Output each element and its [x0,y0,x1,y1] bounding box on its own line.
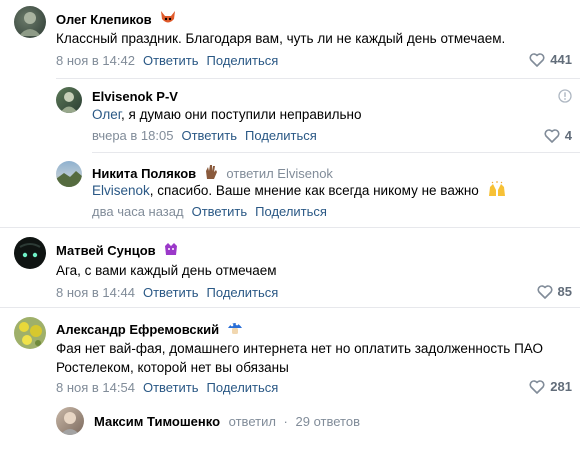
like-button[interactable]: 4 [544,128,572,143]
comment-meta: вчера в 18:05 Ответить Поделиться [92,128,317,143]
comment-text: Ага, с вами каждый день отмечаем [56,263,277,278]
comment-text: Олег, я думаю они поступили неправильно [92,107,362,122]
thread-author[interactable]: Максим Тимошенко [94,414,220,429]
comment-author[interactable]: Олег Клепиков [56,10,177,29]
comment-time[interactable]: 8 ноя в 14:44 [56,285,135,300]
comment-meta: 8 ноя в 14:42 Ответить Поделиться [56,53,278,68]
heart-icon [537,284,553,299]
mushroom-emoji-icon [227,320,243,339]
reply-button[interactable]: Ответить [181,128,237,143]
comment-text: Классный праздник. Благодаря вам, чуть л… [56,31,506,46]
like-button[interactable]: 85 [537,284,572,299]
comment-text-line: Ростелеком, которой нет вы обязаны [56,360,289,375]
mention-link[interactable]: Олег [92,107,121,122]
purple-creature-emoji-icon [163,241,179,260]
comment-author[interactable]: Матвей Сунцов [56,241,179,260]
share-button[interactable]: Поделиться [245,128,317,143]
divider [56,78,580,79]
comment-meta: 8 ноя в 14:44 Ответить Поделиться [56,285,278,300]
fox-emoji-icon [159,10,177,29]
like-count: 281 [550,379,572,394]
heart-icon [529,52,545,67]
comment-meta: 8 ноя в 14:54 Ответить Поделиться [56,380,278,395]
comment-3: Александр Ефремовский Фая нет вай-фая, д… [0,308,580,449]
thread-replied-label: ответил [228,414,276,429]
comment-time[interactable]: два часа назад [92,204,184,219]
avatar[interactable] [56,161,82,187]
dot-separator: · [283,414,288,429]
like-button[interactable]: 281 [529,379,572,394]
comment-1: Олег Клепиков Классный праздник. Благода… [0,0,580,80]
heart-icon [544,128,560,143]
reply-1: Elvisenok P-V Олег, я думаю они поступил… [0,80,580,153]
comment-time[interactable]: 8 ноя в 14:42 [56,53,135,68]
reply-2: Никита Поляков ответил Elvisenok Elvisen… [0,153,580,228]
avatar[interactable] [56,87,82,113]
praise-hands-emoji-icon [487,181,507,202]
reply-button[interactable]: Ответить [143,380,199,395]
like-count: 441 [550,52,572,67]
comment-text-line: Фая нет вай-фая, домашнего интернета нет… [56,341,543,356]
share-button[interactable]: Поделиться [207,53,279,68]
reply-button[interactable]: Ответить [192,204,248,219]
share-button[interactable]: Поделиться [207,380,279,395]
reply-button[interactable]: Ответить [143,285,199,300]
avatar [56,407,84,435]
thread-reply-count[interactable]: 29 ответов [296,414,360,429]
comment-meta: два часа назад Ответить Поделиться [92,204,327,219]
mention-link[interactable]: Elvisenok [92,183,150,198]
avatar[interactable] [14,6,46,38]
thread-replies-summary[interactable]: Максим Тимошенко ответил · 29 ответов [56,407,456,437]
avatar[interactable] [14,237,46,269]
comment-text: Elvisenok, спасибо. Ваше мнение как всег… [92,181,507,202]
comment-author[interactable]: Elvisenok P-V [92,89,178,104]
comment-text: Фая нет вай-фая, домашнего интернета нет… [56,339,576,377]
share-button[interactable]: Поделиться [255,204,327,219]
like-count: 85 [557,284,572,299]
like-button[interactable]: 441 [529,52,572,67]
like-count: 4 [564,128,572,143]
avatar[interactable] [14,317,46,349]
comment-time[interactable]: 8 ноя в 14:54 [56,380,135,395]
info-icon[interactable] [558,89,572,108]
comment-2: Матвей Сунцов Ага, с вами каждый день от… [0,228,580,308]
reply-button[interactable]: Ответить [143,53,199,68]
comment-author[interactable]: Александр Ефремовский [56,320,243,339]
heart-icon [529,379,545,394]
replied-to-label[interactable]: ответил Elvisenok [226,166,333,181]
share-button[interactable]: Поделиться [207,285,279,300]
comment-time[interactable]: вчера в 18:05 [92,128,173,143]
